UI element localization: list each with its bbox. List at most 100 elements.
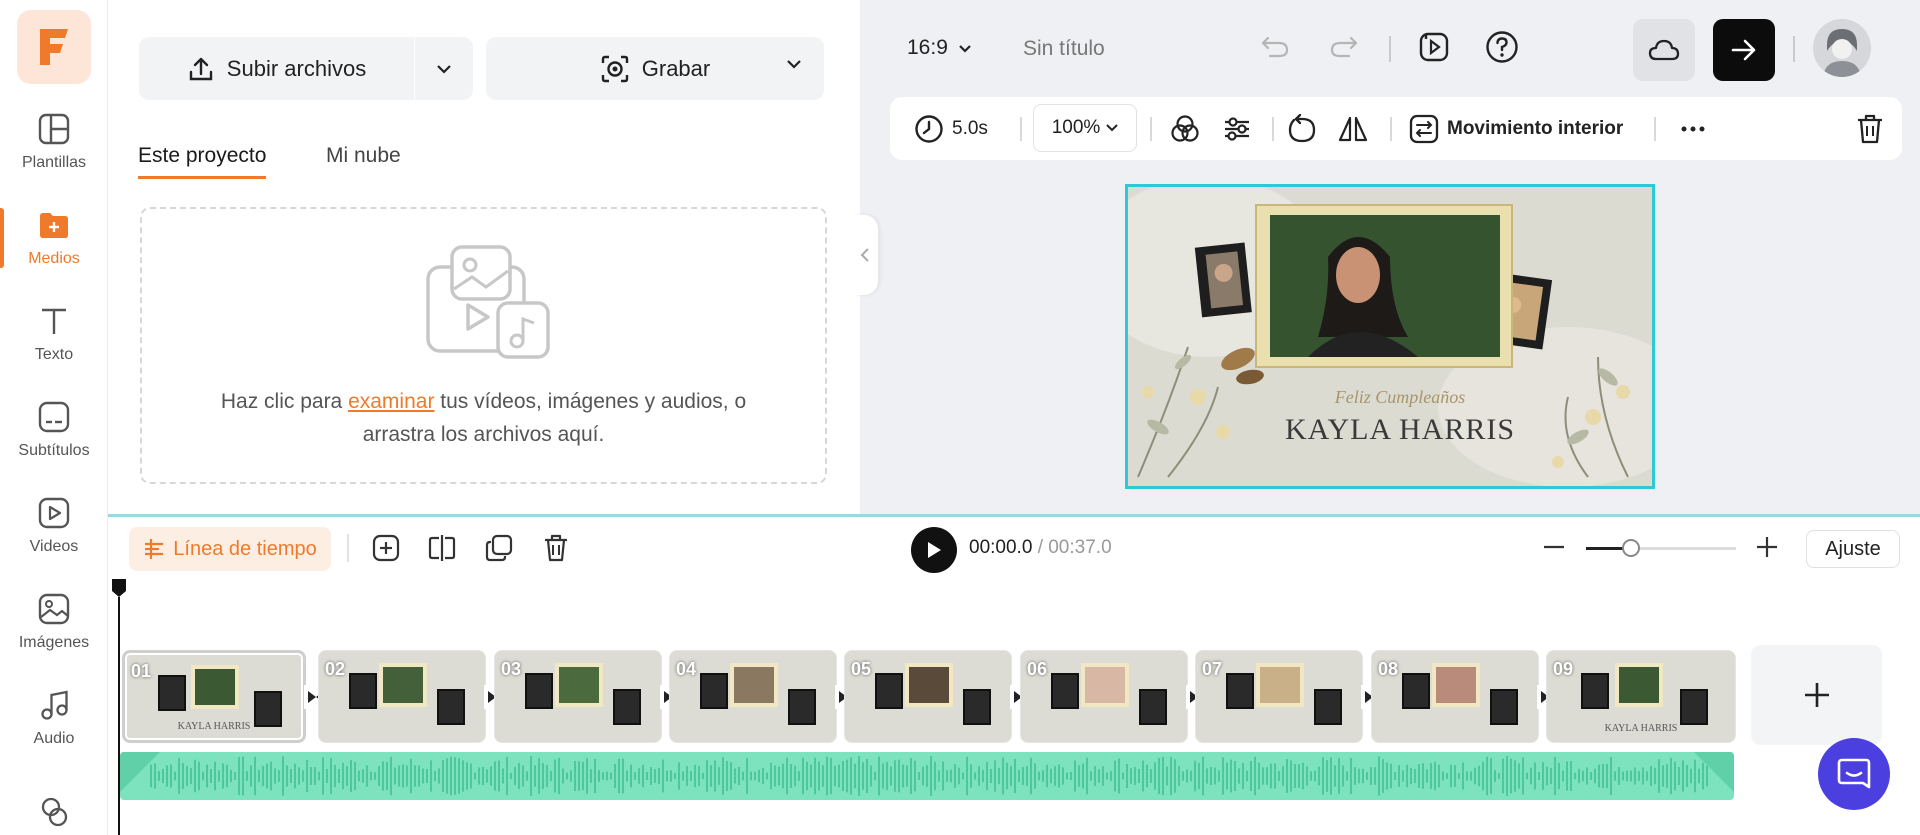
clip-film-thumb <box>1226 673 1255 709</box>
rotate-button[interactable] <box>1288 97 1316 160</box>
tab-this-project[interactable]: Este proyecto <box>138 144 267 179</box>
clip-number: 09 <box>1553 659 1574 679</box>
clip-photo-thumb <box>379 663 428 707</box>
add-media-button[interactable] <box>370 532 402 564</box>
help-button[interactable] <box>1485 30 1519 64</box>
audio-waveform <box>120 752 1734 796</box>
plus-icon <box>1757 537 1777 557</box>
cloud-save-button[interactable] <box>1633 19 1695 81</box>
sidebar-item-audio[interactable]: Audio <box>0 670 108 766</box>
timeline-mode-button[interactable]: Línea de tiempo <box>129 527 331 571</box>
timeline-clip[interactable]: 03 <box>494 650 662 743</box>
timeline-icon <box>145 539 164 559</box>
timeline-clip[interactable]: 02 <box>318 650 486 743</box>
chat-support-button[interactable] <box>1818 738 1890 810</box>
fit-timeline-button[interactable]: Ajuste <box>1806 530 1900 568</box>
flip-button[interactable] <box>1337 97 1369 160</box>
avatar[interactable] <box>1813 19 1871 77</box>
upload-files-button[interactable]: Subir archivos <box>139 37 414 100</box>
sidebar-item-elements[interactable] <box>0 766 108 835</box>
project-title[interactable]: Sin título <box>1023 37 1105 61</box>
timeline-clip[interactable]: 08 <box>1371 650 1539 743</box>
elements-icon <box>37 794 71 828</box>
sidebar-item-images[interactable]: Imágenes <box>0 574 108 670</box>
toolbar-divider <box>1020 117 1022 141</box>
clip-number: 01 <box>131 661 152 681</box>
sidebar-item-videos[interactable]: Videos <box>0 478 108 574</box>
upload-files-label: Subir archivos <box>226 55 367 81</box>
clip-film-thumb <box>787 689 816 725</box>
upload-dropzone[interactable]: Haz clic para examinar tus vídeos, imáge… <box>140 207 827 484</box>
sidebar-item-label: Videos <box>29 538 79 555</box>
filters-button[interactable] <box>1170 97 1200 160</box>
media-panel: Subir archivos Grabar Este proyecto Mi n… <box>108 0 860 514</box>
duplicate-button[interactable] <box>483 532 515 564</box>
timeline-zoom-out-button[interactable] <box>1539 532 1569 562</box>
app-logo[interactable] <box>17 10 91 84</box>
timeline-clip[interactable]: 07 <box>1195 650 1363 743</box>
sidebar-item-label: Texto <box>34 346 74 363</box>
sidebar-item-media[interactable]: Medios <box>0 190 108 286</box>
timeline-zoom-knob[interactable] <box>1622 539 1640 557</box>
sliders-icon <box>1225 116 1249 141</box>
arrow-right-icon <box>1731 39 1756 61</box>
undo-button[interactable] <box>1258 30 1292 64</box>
delete-clip-button[interactable] <box>1856 97 1884 160</box>
timeline-zoom-slider[interactable] <box>1586 539 1736 557</box>
clip-film-thumb <box>525 673 554 709</box>
dropzone-text-before: Haz clic para <box>220 390 349 413</box>
timeline-clip[interactable]: 04 <box>669 650 837 743</box>
timeline-zoom-in-button[interactable] <box>1752 532 1782 562</box>
adjust-button[interactable] <box>1222 97 1252 160</box>
delete-button[interactable] <box>540 532 572 564</box>
toolbar-divider <box>1654 117 1656 141</box>
canvas-preview[interactable]: Feliz Cumpleaños KAYLA HARRIS <box>1125 184 1655 489</box>
timeline-clip[interactable]: 01 KAYLA HARRIS <box>122 650 306 743</box>
split-button[interactable] <box>426 532 458 564</box>
panel-collapse-handle[interactable] <box>852 215 878 295</box>
sidebar-item-text[interactable]: Texto <box>0 286 108 382</box>
export-button[interactable] <box>1713 19 1775 81</box>
record-button[interactable]: Grabar <box>486 37 824 100</box>
play-button[interactable] <box>911 527 957 573</box>
canvas-zoom-select[interactable]: 100% <box>1033 104 1137 152</box>
aspect-ratio-selector[interactable]: 16:9 <box>907 36 972 60</box>
clip-film-thumb <box>1581 673 1610 709</box>
inner-motion-label: Movimiento interior <box>1447 117 1624 139</box>
chat-icon <box>1837 758 1871 789</box>
logo-icon <box>40 29 68 65</box>
toolbar-divider <box>1150 117 1152 141</box>
timeline-clip[interactable]: 05 <box>844 650 1012 743</box>
trash-icon <box>545 534 567 562</box>
add-clip-button[interactable] <box>1751 645 1882 745</box>
upload-options-button[interactable] <box>415 37 473 100</box>
more-options-button[interactable] <box>1681 97 1705 160</box>
timeline-clip[interactable]: 09 KAYLA HARRIS <box>1546 650 1736 743</box>
clip-photo-thumb <box>555 663 604 707</box>
audio-icon <box>37 688 71 722</box>
aspect-ratio-value: 16:9 <box>907 36 948 59</box>
record-icon <box>601 55 628 82</box>
chevron-down-icon <box>959 44 971 53</box>
help-icon <box>1486 31 1518 63</box>
redo-button[interactable] <box>1327 30 1361 64</box>
sidebar-item-subtitles[interactable]: Subtítulos <box>0 382 108 478</box>
more-icon <box>1681 126 1705 131</box>
sidebar-item-templates[interactable]: Plantillas <box>0 94 108 190</box>
clip-photo-thumb <box>1256 663 1305 707</box>
tab-my-cloud[interactable]: Mi nube <box>326 144 401 176</box>
inner-motion-button[interactable]: Movimiento interior <box>1409 97 1623 160</box>
sidebar-item-label: Plantillas <box>21 154 87 171</box>
clip-number: 02 <box>325 659 346 679</box>
browse-link[interactable]: examinar <box>348 390 434 413</box>
media-icon <box>37 208 71 242</box>
playback-time: 00:00.0 / 00:37.0 <box>969 537 1112 559</box>
audio-track[interactable] <box>120 752 1734 800</box>
clock-icon <box>915 114 943 143</box>
duration-control[interactable]: 5.0s <box>914 97 988 160</box>
plus-icon <box>1804 683 1829 707</box>
timeline-clip[interactable]: 06 <box>1020 650 1188 743</box>
clip-toolbar: 5.0s 100% Movimiento interior <box>890 97 1902 160</box>
templates-icon <box>37 112 71 146</box>
screen-record-button[interactable] <box>1417 30 1451 64</box>
